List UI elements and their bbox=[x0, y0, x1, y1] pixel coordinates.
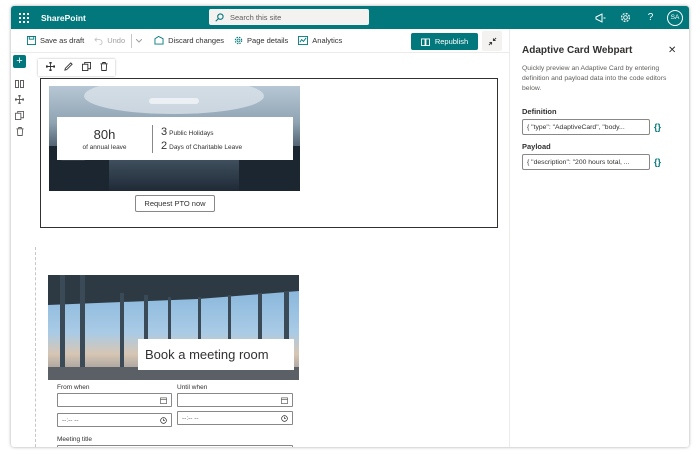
until-time-input[interactable]: --:-- -- bbox=[177, 411, 293, 425]
search-box[interactable]: Search this site bbox=[209, 9, 369, 25]
code-editor-icon[interactable]: {} bbox=[654, 122, 661, 132]
duplicate-icon[interactable] bbox=[14, 110, 25, 121]
payload-label: Payload bbox=[522, 142, 551, 151]
chevron-down-icon[interactable] bbox=[132, 29, 150, 53]
book-icon bbox=[420, 37, 430, 46]
undo-button[interactable]: Undo bbox=[90, 29, 131, 53]
section-divider bbox=[35, 247, 36, 447]
app-launcher-icon[interactable] bbox=[11, 6, 37, 29]
annual-leave-hours: 80h bbox=[93, 126, 116, 142]
search-placeholder: Search this site bbox=[230, 12, 282, 22]
avatar[interactable]: SA bbox=[667, 9, 683, 26]
definition-editor[interactable]: { "type": "AdaptiveCard", "body... bbox=[522, 119, 650, 135]
from-when-label: From when bbox=[57, 384, 90, 391]
gear-icon[interactable] bbox=[613, 6, 638, 29]
leave-stats-card: 80h of annual leave 3 Public Holidays 2 … bbox=[57, 117, 293, 160]
collapse-icon[interactable] bbox=[482, 31, 502, 51]
discard-icon bbox=[154, 36, 164, 45]
until-when-label: Until when bbox=[177, 384, 208, 391]
code-editor-icon[interactable]: {} bbox=[654, 157, 661, 167]
discard-changes-button[interactable]: Discard changes bbox=[150, 29, 230, 53]
search-icon bbox=[215, 12, 224, 22]
until-date-input[interactable] bbox=[177, 393, 293, 407]
definition-label: Definition bbox=[522, 107, 557, 116]
left-toolbox: + bbox=[11, 53, 29, 447]
help-icon[interactable]: ? bbox=[638, 6, 663, 29]
add-section-button[interactable]: + bbox=[13, 55, 26, 68]
gear-icon bbox=[234, 36, 243, 45]
edit-pencil-icon[interactable] bbox=[63, 62, 73, 73]
save-icon bbox=[27, 36, 36, 45]
meeting-room-section: Book a meeting room From when --:-- -- U… bbox=[29, 247, 509, 447]
list-item: 2 Days of Charitable Leave bbox=[161, 139, 243, 152]
selected-webpart-section[interactable]: 80h of annual leave 3 Public Holidays 2 … bbox=[40, 78, 498, 228]
calendar-icon bbox=[281, 397, 288, 404]
clock-icon bbox=[281, 414, 288, 422]
save-draft-button[interactable]: Save as draft bbox=[23, 29, 90, 53]
office-windows-image: Book a meeting room bbox=[48, 275, 299, 380]
trash-icon[interactable] bbox=[14, 126, 25, 137]
from-date-input[interactable] bbox=[57, 393, 172, 407]
list-item: 3 Public Holidays bbox=[161, 125, 214, 138]
analytics-icon bbox=[298, 36, 309, 45]
calendar-icon bbox=[160, 397, 167, 404]
request-pto-button[interactable]: Request PTO now bbox=[135, 195, 215, 212]
undo-icon bbox=[94, 37, 103, 45]
annual-leave-label: of annual leave bbox=[82, 143, 127, 151]
close-icon[interactable]: ✕ bbox=[668, 45, 676, 56]
webpart-toolbar bbox=[38, 59, 115, 76]
airplane-cabin-image: 80h of annual leave 3 Public Holidays 2 … bbox=[49, 86, 300, 191]
pane-description: Quickly preview an Adaptive Card by ente… bbox=[522, 65, 667, 92]
trash-icon[interactable] bbox=[99, 62, 108, 73]
from-time-input[interactable]: --:-- -- bbox=[57, 413, 172, 427]
section-layout-icon[interactable] bbox=[14, 78, 25, 89]
meeting-title-input[interactable] bbox=[57, 445, 293, 447]
megaphone-icon[interactable] bbox=[588, 6, 613, 29]
duplicate-icon[interactable] bbox=[81, 62, 91, 73]
move-icon[interactable] bbox=[44, 61, 56, 73]
clock-icon bbox=[160, 416, 167, 424]
payload-editor[interactable]: { "description": "200 hours total, ... bbox=[522, 154, 650, 170]
meeting-card-title: Book a meeting room bbox=[138, 339, 294, 370]
pane-title: Adaptive Card Webpart bbox=[522, 45, 633, 56]
suite-bar: SharePoint Search this site ? SA bbox=[11, 6, 689, 29]
suite-bar-actions: ? SA bbox=[588, 6, 683, 29]
page-details-button[interactable]: Page details bbox=[230, 29, 294, 53]
page-canvas: 80h of annual leave 3 Public Holidays 2 … bbox=[29, 53, 509, 447]
brand-name[interactable]: SharePoint bbox=[41, 13, 86, 23]
republish-button[interactable]: Republish bbox=[411, 33, 478, 50]
move-icon[interactable] bbox=[14, 94, 25, 105]
analytics-button[interactable]: Analytics bbox=[294, 29, 348, 53]
meeting-title-label: Meeting title bbox=[57, 436, 93, 443]
leave-breakdown: 3 Public Holidays 2 Days of Charitable L… bbox=[153, 124, 242, 154]
property-pane: Adaptive Card Webpart ✕ Quickly preview … bbox=[509, 29, 689, 447]
app-window: SharePoint Search this site ? SA Save as… bbox=[11, 6, 689, 447]
